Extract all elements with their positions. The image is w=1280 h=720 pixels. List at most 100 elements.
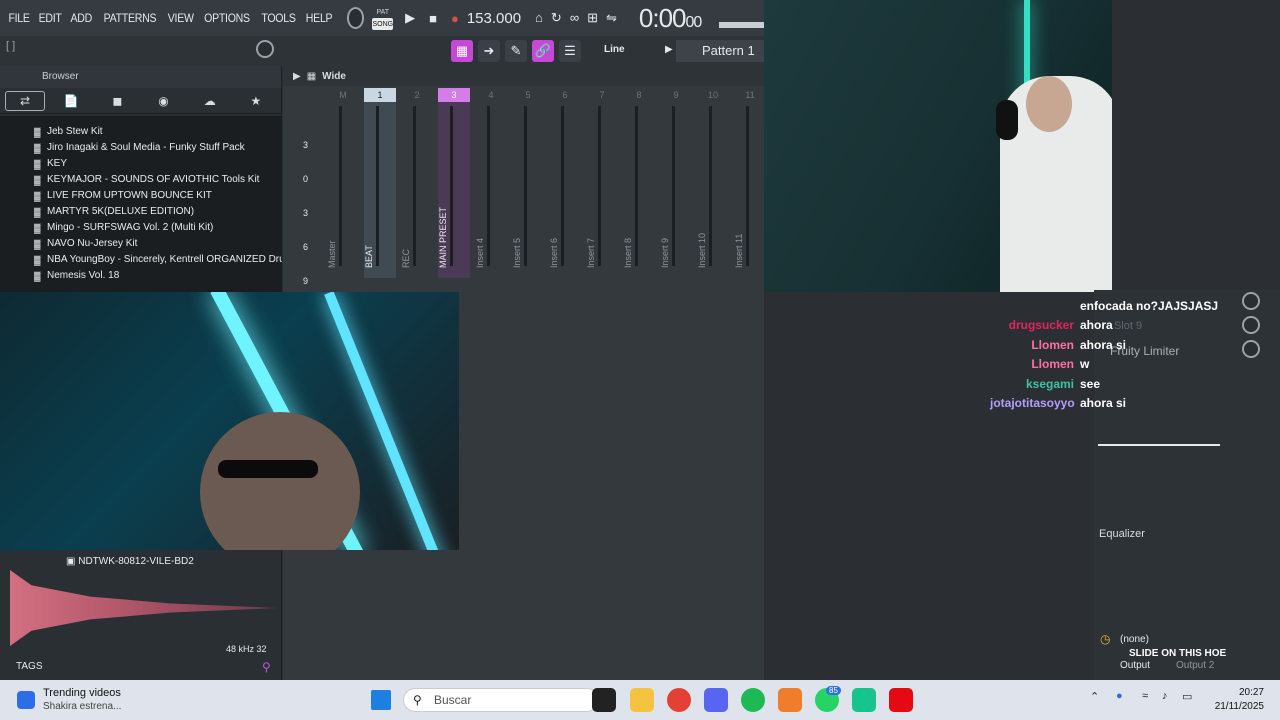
browser-folder[interactable]: KEY — [0, 156, 282, 172]
step-edit-icon[interactable]: ∞ — [570, 10, 579, 26]
link-button[interactable]: 🔗 — [532, 40, 554, 62]
mixer-strip[interactable]: 2 REC — [401, 88, 433, 278]
mixer-strip[interactable]: 5 Insert 5 — [512, 88, 544, 278]
playlist-arrow-button[interactable]: ➜ — [478, 40, 500, 62]
mixer-strip[interactable]: 10 Insert 10 — [697, 88, 729, 278]
tray-chevron-icon[interactable]: ⌃ — [1090, 690, 1099, 703]
discord-icon[interactable] — [704, 688, 728, 712]
waveform-preview[interactable] — [10, 570, 278, 646]
mixer-menu-icon[interactable]: ▶ — [293, 71, 301, 82]
browser-folder[interactable]: NBA YoungBoy - Sincerely, Kentrell ORGAN… — [0, 252, 282, 268]
browser-folder[interactable]: NAVO Nu-Jersey Kit — [0, 236, 282, 252]
web-tab-icon[interactable]: ◉ — [144, 91, 184, 111]
mixer-strip[interactable]: 8 Insert 8 — [623, 88, 655, 278]
browser-folder[interactable]: Jiro Inagaki & Soul Media - Funky Stuff … — [0, 140, 282, 156]
browser-folder[interactable]: LIVE FROM UPTOWN BOUNCE KIT — [0, 188, 282, 204]
mixer-strip[interactable]: 9 Insert 9 — [660, 88, 692, 278]
strip-meter-track — [450, 106, 453, 266]
netflix-icon[interactable] — [889, 688, 913, 712]
menu-tools[interactable]: TOOLS — [259, 11, 299, 25]
chat-message: ksegami see — [990, 374, 1220, 394]
slot-mix-knob[interactable] — [1242, 340, 1260, 358]
search-icon[interactable]: ⚲ — [262, 660, 271, 674]
clock-time: 20:27 — [1238, 687, 1264, 698]
widgets-icon[interactable] — [17, 691, 35, 709]
taskbar-search[interactable]: ⚲ Buscar — [403, 688, 599, 712]
news-title[interactable]: Trending videos — [43, 687, 121, 699]
menu-help[interactable]: HELP — [303, 11, 335, 25]
input-select[interactable]: (none) — [1120, 634, 1149, 645]
chat-message: jotajotitasoyyo ahora si — [990, 394, 1220, 414]
mixer-strip[interactable]: 7 Insert 7 — [586, 88, 618, 278]
slot-mix-knob[interactable] — [1242, 316, 1260, 334]
file-explorer-icon[interactable] — [630, 688, 654, 712]
stop-icon[interactable]: ■ — [429, 11, 437, 26]
mixer-strip[interactable]: 11 Insert 11 — [734, 88, 766, 278]
microphone-icon[interactable]: ● — [1116, 690, 1123, 702]
strip-label: Insert 6 — [549, 237, 559, 268]
pattern-selector[interactable]: Pattern 1 — [676, 40, 764, 62]
browser-folder[interactable]: Nemesis Vol. 18 — [0, 268, 282, 284]
pat-song-toggle[interactable]: PAT SONG — [372, 6, 394, 30]
chat-username: Llomen — [1031, 337, 1074, 352]
all-tab-icon[interactable]: ⇄ — [5, 90, 46, 111]
browser-folder[interactable]: MARTYR 5K(DELUXE EDITION) — [0, 204, 282, 220]
menu-edit[interactable]: EDIT — [36, 11, 64, 25]
menu-options[interactable]: OPTIONS — [202, 11, 253, 25]
mixer-strip[interactable]: 6 Insert 6 — [549, 88, 581, 278]
fl-studio-icon[interactable] — [778, 688, 802, 712]
stream-chat: enfocada no?JAJSJASJ drugsucker ahora Llome… — [990, 296, 1220, 413]
sample-file[interactable]: ▣ NDTWK-80812-VILE-BD2 — [66, 556, 194, 567]
mixer-button[interactable]: ☰ — [559, 40, 581, 62]
browser-folder[interactable]: Jeb Stew Kit — [0, 124, 282, 140]
browser-folder[interactable]: Mingo - SURFSWAG Vol. 2 (Multi Kit) — [0, 220, 282, 236]
main-volume-knob[interactable] — [347, 7, 365, 29]
play-pattern-icon[interactable]: ▶ — [665, 44, 673, 55]
tempo-display[interactable]: 153.000 — [467, 10, 521, 27]
piano-roll-button[interactable]: ✎ — [505, 40, 527, 62]
cloud-tab-icon[interactable]: ☁ — [190, 91, 230, 111]
master-pitch-knob[interactable] — [256, 40, 274, 58]
mixer-strip[interactable]: 3 MAIN PRESET — [438, 88, 470, 278]
menu-file[interactable]: FILE — [6, 11, 33, 25]
mixer-strip[interactable]: 1 BEAT — [364, 88, 396, 278]
mixer-strip[interactable]: M Master — [327, 88, 359, 278]
menu-view[interactable]: VIEW — [165, 11, 196, 25]
plugins-tab-icon[interactable]: ◼ — [97, 91, 137, 111]
mixer-view-icon[interactable]: ▦ — [307, 71, 316, 82]
record-icon[interactable]: ● — [451, 11, 459, 26]
overlay-text: SLIDE ON THIS HOE — [1129, 648, 1227, 659]
app-icon[interactable] — [852, 688, 876, 712]
metronome-icon[interactable]: ⌂ — [535, 10, 543, 26]
menu-patterns[interactable]: PATTERNS — [101, 11, 159, 25]
menu-add[interactable]: ADD — [68, 11, 95, 25]
channel-rack-button[interactable]: ▦ — [451, 40, 473, 62]
wifi-icon[interactable]: ≈ — [1142, 690, 1148, 702]
favorites-tab-icon[interactable]: ★ — [236, 91, 276, 111]
notification-badge: 85 — [826, 686, 841, 695]
system-clock[interactable]: 20:27 21/11/2025 — [1215, 686, 1264, 714]
chat-message: enfocada no?JAJSJASJ — [990, 296, 1220, 316]
battery-icon[interactable]: ▭ — [1182, 690, 1192, 703]
files-tab-icon[interactable]: 📄 — [51, 91, 91, 111]
play-icon[interactable]: ▶ — [405, 10, 415, 26]
loop-record-icon[interactable]: ↻ — [551, 10, 562, 26]
task-view-icon[interactable] — [592, 688, 616, 712]
output-label: Output — [1120, 660, 1151, 671]
eq-curve[interactable] — [1098, 444, 1220, 446]
volume-icon[interactable]: ♪ — [1162, 690, 1168, 702]
snap-select[interactable]: Line — [604, 44, 625, 55]
blend-icon[interactable]: ⇋ — [606, 10, 617, 26]
webcam-guest — [0, 292, 459, 550]
strip-number: 6 — [562, 90, 568, 100]
mixer-view-select[interactable]: Wide — [322, 71, 346, 82]
chrome-icon[interactable] — [667, 688, 691, 712]
start-icon[interactable] — [371, 690, 391, 710]
add-pattern-icon[interactable]: ⊞ — [587, 10, 598, 26]
output-select[interactable]: Output 2 — [1176, 660, 1214, 671]
mixer-strip[interactable]: 4 Insert 4 — [475, 88, 507, 278]
chat-username: drugsucker — [1008, 318, 1074, 333]
slot-mix-knob[interactable] — [1242, 292, 1260, 310]
browser-folder[interactable]: KEYMAJOR - SOUNDS OF AVIOTHIC Tools Kit — [0, 172, 282, 188]
spotify-icon[interactable] — [741, 688, 765, 712]
